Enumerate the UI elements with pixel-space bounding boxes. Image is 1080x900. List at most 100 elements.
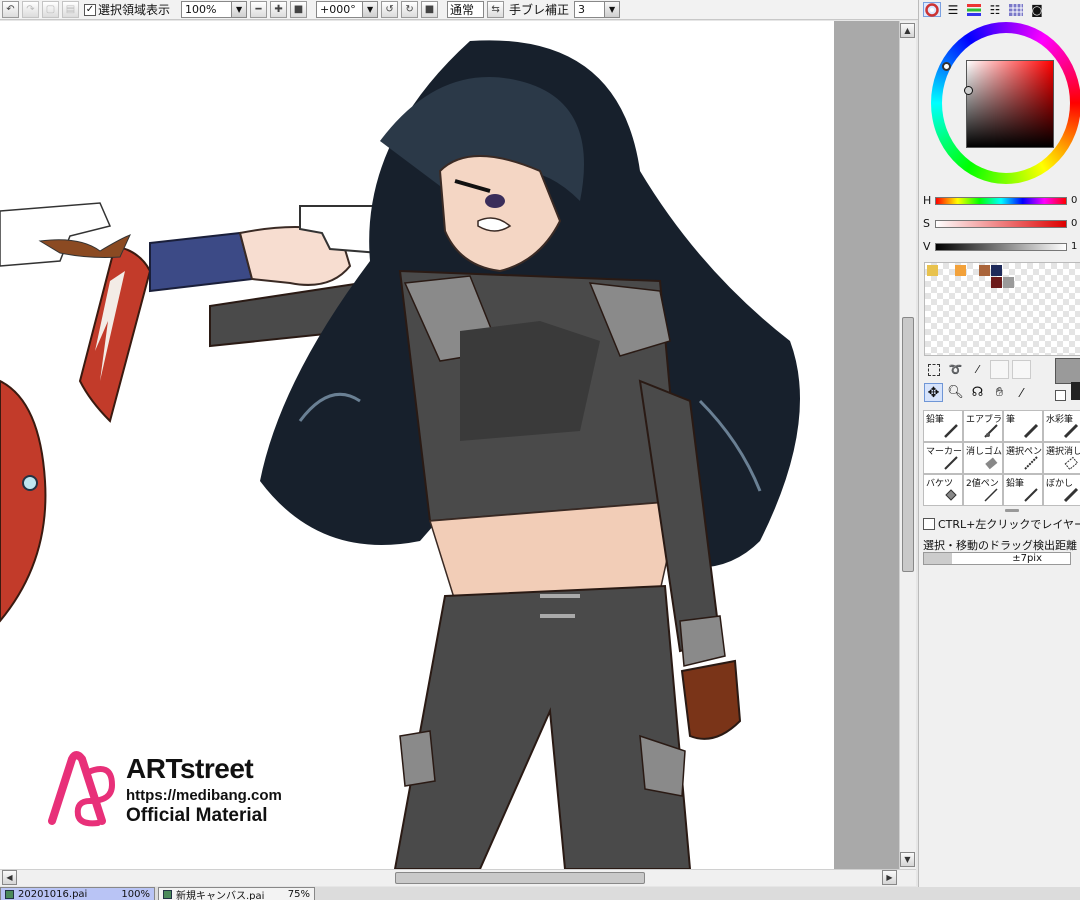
primary-color-box[interactable] <box>1055 358 1080 384</box>
palette-swatch[interactable] <box>1003 277 1014 288</box>
h-slider[interactable] <box>935 196 1067 205</box>
v-slider-row: V 1 <box>923 240 1077 253</box>
show-selection-checkbox[interactable]: ✓ <box>84 3 96 16</box>
pencil-icon <box>1024 488 1038 502</box>
minus-icon: ━ <box>255 4 262 15</box>
palette-swatch[interactable] <box>955 265 966 276</box>
zoom-fit-button[interactable]: ■ <box>290 1 308 18</box>
eyedropper-icon: ⁄ <box>1020 385 1023 400</box>
h-slider-row: H 0 <box>923 194 1077 207</box>
brush-item[interactable]: 消しゴム <box>963 442 1003 474</box>
tab-materials[interactable]: ◙ <box>1028 2 1046 17</box>
zoom-tool[interactable]: 🔍︎ <box>946 383 965 402</box>
brush-item[interactable]: 選択消し <box>1043 442 1080 474</box>
brush-item[interactable]: マーカー <box>923 442 963 474</box>
vertical-scroll-thumb[interactable] <box>902 317 914 572</box>
rotate-tool[interactable]: ☊ <box>968 383 987 402</box>
brush-item[interactable]: 2値ペン <box>963 474 1003 506</box>
sv-square[interactable] <box>966 60 1054 148</box>
document-tab[interactable]: 新規キャンバス.pai 75% <box>158 887 315 900</box>
secondary-color-box[interactable] <box>1071 382 1080 400</box>
v-slider[interactable] <box>935 242 1067 251</box>
horizontal-scrollbar[interactable]: ◀ ▶ <box>0 869 916 886</box>
brush-item[interactable]: エアブラシ <box>963 410 1003 442</box>
artwork <box>0 40 800 869</box>
eyedropper-tool[interactable]: ⁄ <box>1012 383 1031 402</box>
flip-button[interactable]: ⇆ <box>487 1 505 18</box>
hand-tool[interactable]: ✋︎ <box>990 383 1009 402</box>
move-tool[interactable]: ✥ <box>924 383 943 402</box>
palette-swatch[interactable] <box>991 265 1002 276</box>
scroll-left-arrow[interactable]: ◀ <box>2 870 17 885</box>
brush-item[interactable]: 鉛筆 <box>1003 474 1043 506</box>
transform-button[interactable]: ▤ <box>62 1 79 18</box>
swap-colors-icon[interactable] <box>1055 390 1066 401</box>
brush-item[interactable]: ぼかし <box>1043 474 1080 506</box>
rotate-left-button[interactable]: ↺ <box>381 1 399 18</box>
chevron-left-icon: ◀ <box>6 873 13 882</box>
scroll-up-arrow[interactable]: ▲ <box>900 23 915 38</box>
tab-color-list[interactable]: ☷ <box>986 2 1004 17</box>
lasso-tool[interactable]: ➰ <box>946 360 965 379</box>
palette-swatch[interactable] <box>927 265 938 276</box>
zoom-select[interactable]: 100% ▼ <box>181 1 248 18</box>
zoom-out-button[interactable]: ━ <box>250 1 268 18</box>
tab-color-bars[interactable]: ☰ <box>944 2 962 17</box>
s-label: S <box>923 217 930 230</box>
flip-icon: ⇆ <box>491 4 500 15</box>
rect-select-tool[interactable] <box>924 360 943 379</box>
scroll-down-arrow[interactable]: ▼ <box>900 852 915 867</box>
deselect-button[interactable]: ▢ <box>42 1 59 18</box>
drag-distance-fill <box>924 553 952 564</box>
color-wheel[interactable] <box>931 22 1080 184</box>
pencil-icon <box>944 424 958 438</box>
rgb-sliders-icon <box>967 3 981 16</box>
rotate-right-button[interactable]: ↻ <box>401 1 419 18</box>
rotate-right-icon: ↻ <box>405 4 414 15</box>
watercolor-brush-icon <box>1063 423 1079 439</box>
airbrush-icon <box>984 424 998 438</box>
brush-item[interactable]: 水彩筆 <box>1043 410 1080 442</box>
brush-item[interactable]: バケツ <box>923 474 963 506</box>
palette-swatch[interactable] <box>979 265 990 276</box>
rotation-select[interactable]: +000° ▼ <box>316 1 379 18</box>
brush-item[interactable]: 筆 <box>1003 410 1043 442</box>
file-icon <box>5 889 14 899</box>
selection-tools-row: ➰ ⁄ <box>924 360 1031 379</box>
watermark-url: https://medibang.com <box>126 787 282 804</box>
v-value: 1 <box>1071 241 1078 252</box>
undo-button[interactable]: ↶ <box>2 1 19 18</box>
horizontal-scroll-thumb[interactable] <box>395 872 645 884</box>
hand-icon: ✋︎ <box>995 385 1004 400</box>
canvas-area[interactable]: ARTstreet https://medibang.com Official … <box>0 21 899 869</box>
ctrl-click-option[interactable]: CTRL+左クリックでレイヤー選択 <box>923 516 1080 532</box>
stabilizer-label: 手ブレ補正 <box>509 3 570 17</box>
tab-color-sliders[interactable] <box>965 2 983 17</box>
sv-picker[interactable] <box>964 86 973 95</box>
scroll-right-arrow[interactable]: ▶ <box>882 870 897 885</box>
rotate-reset-button[interactable]: ■ <box>421 1 439 18</box>
brush-item[interactable]: 選択ペン <box>1003 442 1043 474</box>
selection-pen-icon <box>1024 456 1038 470</box>
zoom-in-button[interactable]: ✚ <box>270 1 288 18</box>
hue-picker[interactable] <box>942 62 951 71</box>
show-selection-toggle[interactable]: ✓ 選択領域表示 <box>84 1 170 18</box>
vertical-scrollbar[interactable]: ▲ ▼ <box>899 21 916 869</box>
stabilizer-select[interactable]: 3 ▼ <box>574 1 621 18</box>
rect-select-icon <box>927 363 940 376</box>
document-tab[interactable]: 20201016.pai 100% <box>0 887 155 900</box>
brush-item[interactable]: 鉛筆 <box>923 410 963 442</box>
palette-swatch[interactable] <box>991 277 1002 288</box>
magic-wand-tool[interactable]: ⁄ <box>968 360 987 379</box>
drawing-canvas[interactable]: ARTstreet https://medibang.com Official … <box>0 21 834 869</box>
tab-color-wheel[interactable] <box>923 2 941 17</box>
rotate-left-icon: ↺ <box>385 4 394 15</box>
drag-distance-slider[interactable]: ±7pix <box>923 552 1071 565</box>
color-palette[interactable] <box>924 262 1080 356</box>
s-slider[interactable] <box>935 219 1067 228</box>
blend-mode-select[interactable]: 通常 <box>447 1 485 18</box>
ctrl-click-checkbox[interactable] <box>923 518 935 530</box>
tab-palette[interactable] <box>1007 2 1025 17</box>
redo-button[interactable]: ↷ <box>22 1 39 18</box>
file-icon <box>163 889 172 899</box>
